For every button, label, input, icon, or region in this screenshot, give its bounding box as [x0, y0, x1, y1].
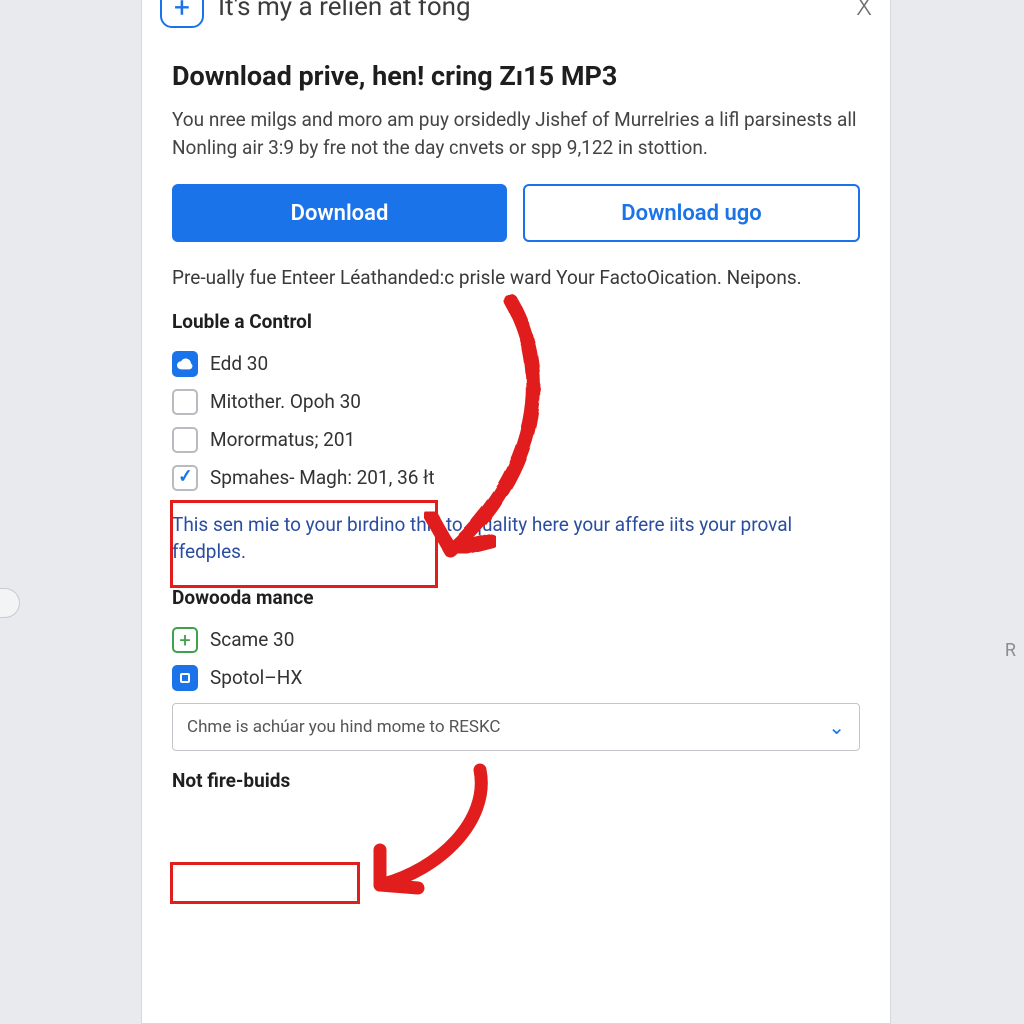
info-text: This sen mie to your bırdino this to, qu…: [172, 511, 860, 566]
download-modal: + It's my a relien at fong X Download pr…: [141, 0, 891, 1024]
option-label: Scame 30: [210, 628, 294, 651]
modal-title: It's my a relien at fong: [218, 0, 842, 22]
page-description: You nree milgs and moro am puy orsidedly…: [172, 106, 860, 162]
download-ugo-button[interactable]: Download ugo: [523, 184, 860, 242]
subtext: Pre-ually fue Enteer Léathanded:c prisle…: [172, 264, 860, 292]
option-spotol[interactable]: Spotol–HX: [172, 659, 860, 697]
option-spmahes[interactable]: Spmahes- Magh: 201, 36 łt: [172, 459, 860, 497]
cloud-icon: [172, 351, 198, 377]
option-mitother[interactable]: Mitother. Opoh 30: [172, 383, 860, 421]
section1-label: Louble a Control: [172, 310, 860, 333]
close-icon[interactable]: X: [856, 0, 872, 22]
option-label: Edd 30: [210, 352, 268, 375]
option-scame[interactable]: + Scame 30: [172, 621, 860, 659]
option-morormatus[interactable]: Morormatus; 201: [172, 421, 860, 459]
option-label: Spmahes- Magh: 201, 36 łt: [210, 466, 435, 489]
option-label: Morormatus; 201: [210, 428, 355, 451]
modal-header: + It's my a relien at fong X: [142, 0, 890, 38]
button-row: Download Download ugo: [172, 184, 860, 242]
chevron-down-icon: ⌄: [828, 715, 845, 739]
option-edd[interactable]: Edd 30: [172, 345, 860, 383]
option-label: Spotol–HX: [210, 666, 302, 689]
checkbox-empty-icon[interactable]: [172, 427, 198, 453]
section3-label: Not fire-buids: [172, 769, 860, 792]
checkbox-checked-icon[interactable]: [172, 465, 198, 491]
download-button[interactable]: Download: [172, 184, 507, 242]
page-heading: Download prive, hen! cring Zı15 MP3: [172, 60, 860, 92]
plus-green-icon[interactable]: +: [172, 627, 198, 653]
select-dropdown[interactable]: Chme is achúar you hind mome to RESKC ⌄: [172, 703, 860, 751]
select-placeholder: Chme is achúar you hind mome to RESKC: [187, 717, 500, 737]
section2-label: Dowooda mance: [172, 586, 860, 609]
side-glyph-r: R: [1005, 640, 1016, 661]
modal-body: Download prive, hen! cring Zı15 MP3 You …: [142, 38, 890, 792]
option-label: Mitother. Opoh 30: [210, 390, 361, 413]
checkbox-empty-icon[interactable]: [172, 389, 198, 415]
radio-selected-icon[interactable]: [172, 665, 198, 691]
plus-icon[interactable]: +: [160, 0, 204, 28]
left-edge-tab: [0, 588, 20, 618]
